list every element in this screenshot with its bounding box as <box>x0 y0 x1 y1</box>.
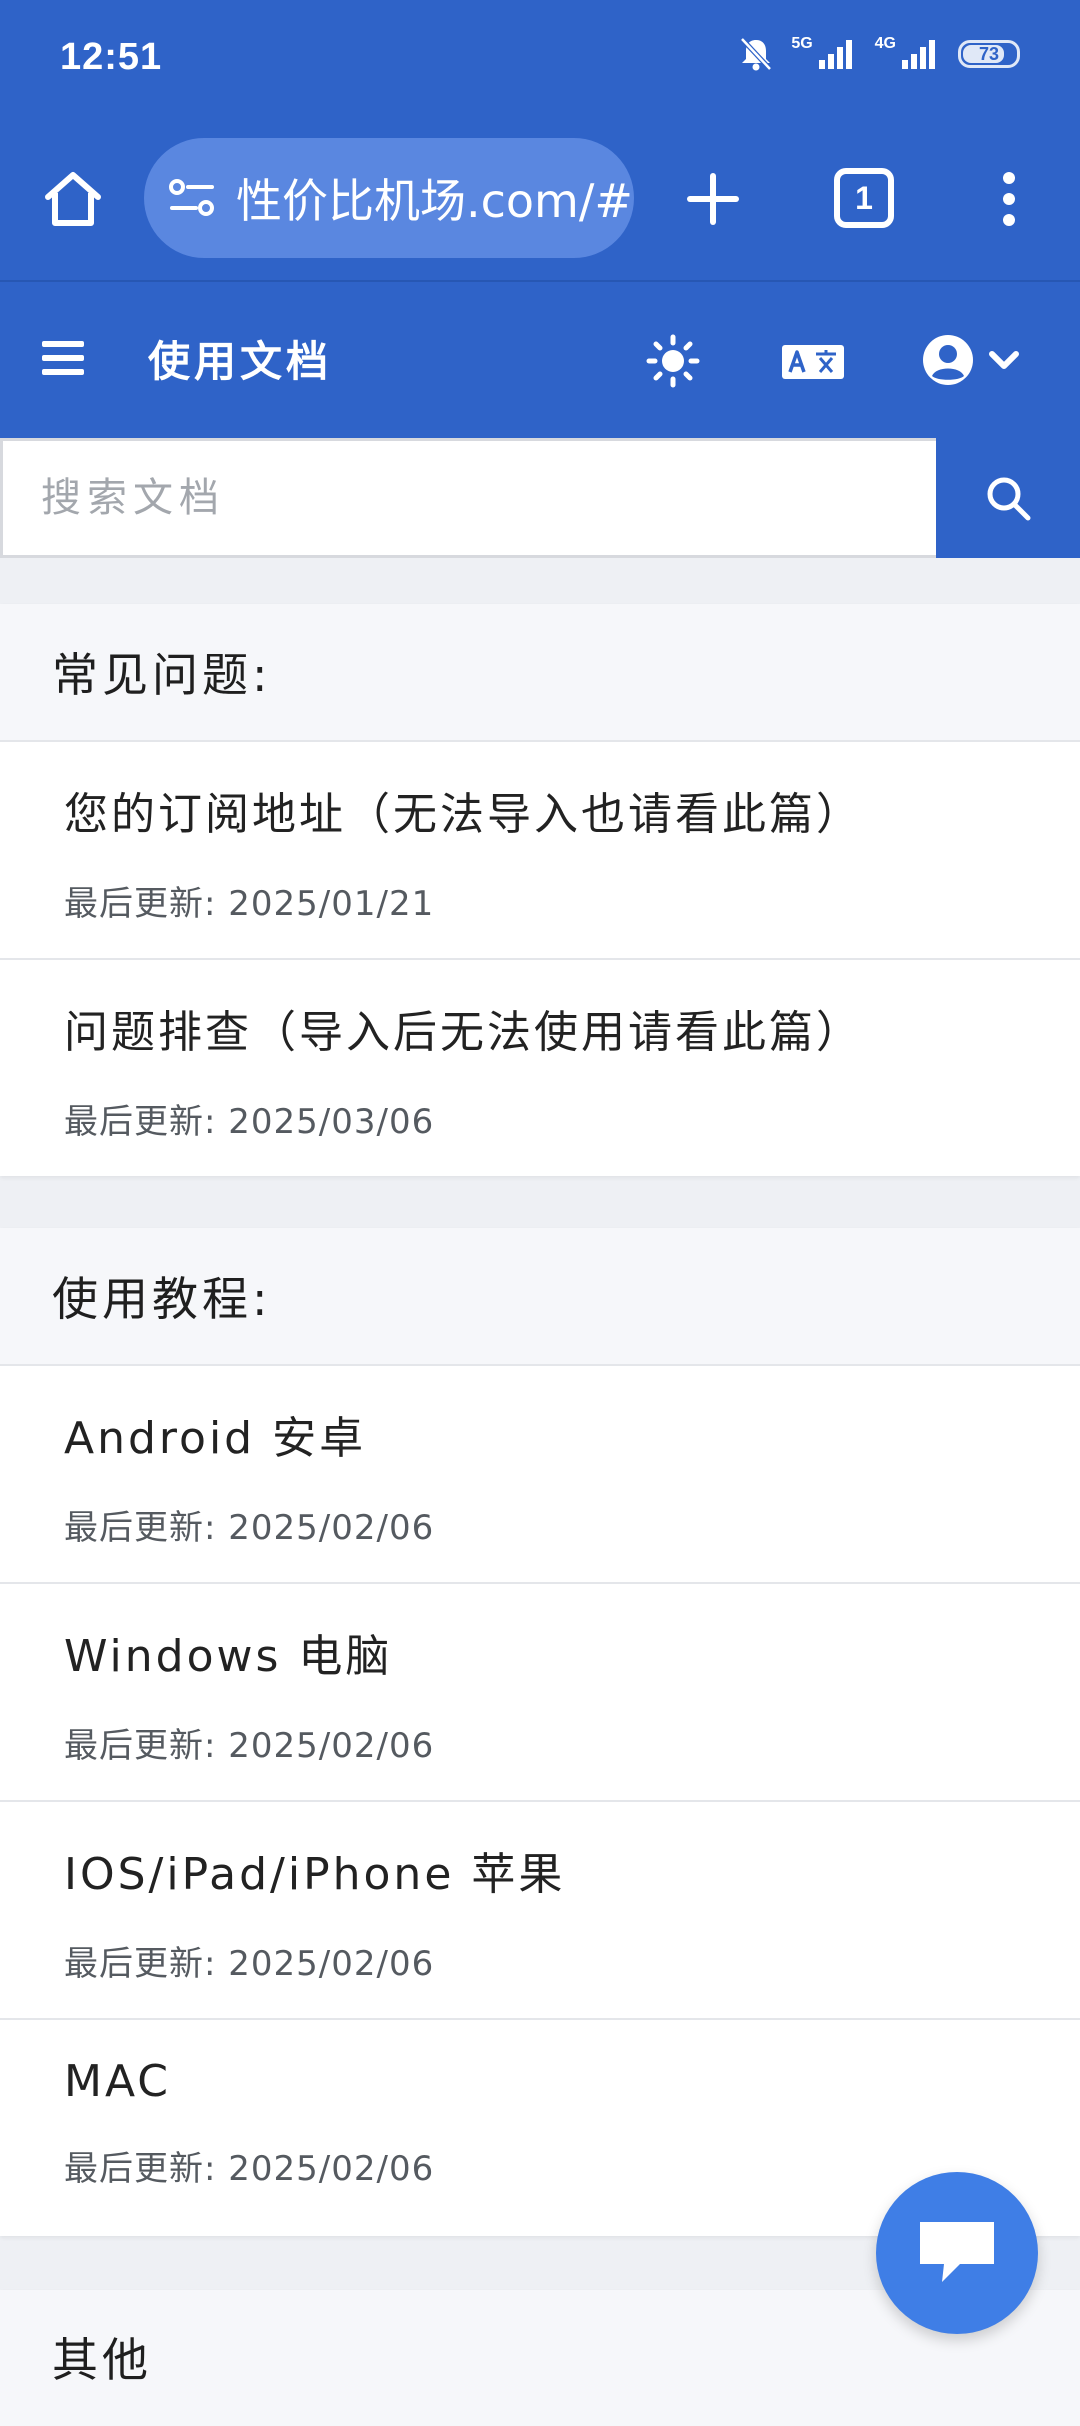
search-icon <box>987 477 1031 521</box>
section-title: 使用教程: <box>0 1228 1080 1364</box>
doc-list-item[interactable]: 您的订阅地址（无法导入也请看此篇） 最后更新: 2025/01/21 <box>0 740 1080 958</box>
chat-bubble-icon <box>920 2222 994 2282</box>
sun-theme-icon <box>646 334 700 388</box>
battery-icon: 73 <box>958 40 1020 68</box>
doc-title: 您的订阅地址（无法导入也请看此篇） <box>64 789 863 840</box>
doc-list-item[interactable]: Android 安卓 最后更新: 2025/02/06 <box>0 1364 1080 1582</box>
chat-support-button[interactable] <box>876 2172 1038 2334</box>
user-account-icon <box>923 335 973 385</box>
doc-updated: 最后更新: 2025/02/06 <box>64 1944 435 1984</box>
doc-title: IOS/iPad/iPhone 苹果 <box>64 1849 566 1900</box>
chevron-down-icon <box>989 351 1019 369</box>
hamburger-menu-button[interactable] <box>40 336 90 386</box>
doc-updated: 最后更新: 2025/02/06 <box>64 1726 435 1766</box>
signal-5g-icon: 5G <box>791 35 856 70</box>
search-input[interactable] <box>0 438 936 558</box>
status-time: 12:51 <box>60 36 163 78</box>
more-vertical-icon <box>1003 172 1015 226</box>
hamburger-menu-icon <box>42 341 84 375</box>
translate-icon <box>782 345 844 379</box>
doc-updated: 最后更新: 2025/01/21 <box>64 884 435 924</box>
battery-level: 73 <box>978 43 1000 64</box>
signal-4g-icon: 4G <box>875 35 940 70</box>
status-icons: 5G 4G 73 <box>739 35 1020 72</box>
new-tab-button[interactable] <box>680 166 746 232</box>
doc-title: Android 安卓 <box>64 1413 367 1464</box>
doc-title: 问题排查（导入后无法使用请看此篇） <box>64 1007 863 1058</box>
tutorials-section: 使用教程: Android 安卓 最后更新: 2025/02/06 Window… <box>0 1228 1080 2236</box>
doc-updated: 最后更新: 2025/03/06 <box>64 1102 435 1142</box>
search-button[interactable] <box>936 438 1080 558</box>
doc-list-item[interactable]: Windows 电脑 最后更新: 2025/02/06 <box>0 1582 1080 1800</box>
doc-list-item[interactable]: IOS/iPad/iPhone 苹果 最后更新: 2025/02/06 <box>0 1800 1080 2018</box>
doc-list-item[interactable]: 问题排查（导入后无法使用请看此篇） 最后更新: 2025/03/06 <box>0 958 1080 1176</box>
user-menu-button[interactable] <box>922 330 1032 390</box>
muted-bell-icon <box>739 36 773 72</box>
browser-toolbar: 性价比机场.com/# 1 <box>0 120 1080 282</box>
more-menu-button[interactable] <box>984 166 1034 232</box>
search-bar <box>0 438 1080 558</box>
add-tab-icon <box>687 173 739 225</box>
theme-toggle-button[interactable] <box>646 334 700 388</box>
url-text: 性价比机场.com/# <box>236 174 633 228</box>
doc-title: MAC <box>64 2056 172 2107</box>
site-info-icon[interactable] <box>168 176 216 220</box>
tab-switcher-button[interactable]: 1 <box>834 168 894 228</box>
status-bar: 12:51 5G 4G 73 <box>0 0 1080 120</box>
language-button[interactable] <box>782 342 844 382</box>
section-title: 常见问题: <box>0 604 1080 740</box>
doc-title: Windows 电脑 <box>64 1631 393 1682</box>
home-button[interactable] <box>40 166 106 232</box>
doc-updated: 最后更新: 2025/02/06 <box>64 1508 435 1548</box>
home-icon <box>45 172 101 226</box>
page-title: 使用文档 <box>148 337 333 386</box>
faq-section: 常见问题: 您的订阅地址（无法导入也请看此篇） 最后更新: 2025/01/21… <box>0 604 1080 1176</box>
address-bar[interactable]: 性价比机场.com/# <box>144 138 634 258</box>
site-header: 使用文档 <box>0 282 1080 438</box>
